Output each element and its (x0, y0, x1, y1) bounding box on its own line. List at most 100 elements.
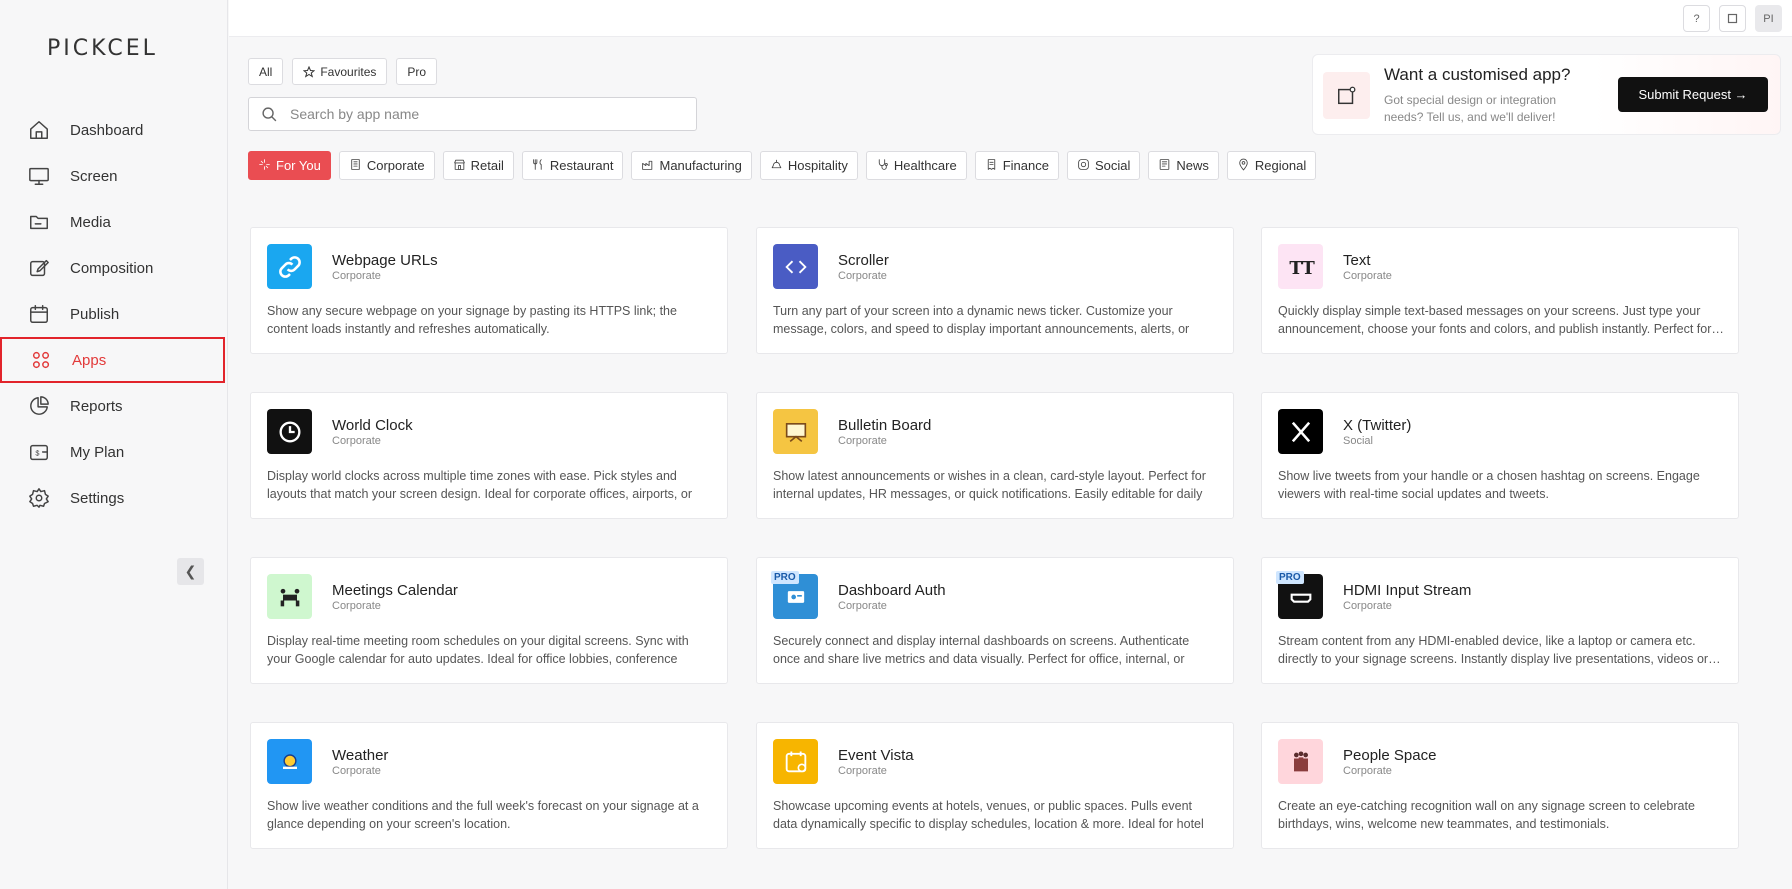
category-restaurant[interactable]: Restaurant (521, 151, 624, 180)
app-description: Turn any part of your screen into a dyna… (773, 304, 1190, 336)
app-category: Corporate (332, 600, 381, 612)
link-icon (267, 244, 312, 289)
app-card[interactable]: Meetings Calendar Corporate Display real-t… (250, 557, 728, 684)
sidebar-item-screen[interactable]: Screen (0, 153, 228, 199)
category-label: Healthcare (893, 158, 957, 173)
filter-tabs: All Favourites Pro (248, 58, 438, 85)
sidebar-item-apps[interactable]: Apps (0, 337, 225, 383)
submit-request-button[interactable]: Submit Request → (1618, 77, 1768, 112)
category-hospitality[interactable]: Hospitality (759, 151, 858, 180)
app-card[interactable]: TT Text Corporate Quickly display simple te… (1261, 227, 1739, 354)
category-for-you[interactable]: For You (248, 151, 331, 180)
category-label: Manufacturing (659, 158, 742, 173)
weather-icon (267, 739, 312, 784)
clock-icon (267, 409, 312, 454)
filter-favourites[interactable]: Favourites (292, 58, 388, 85)
board-icon (773, 409, 818, 454)
app-category: Corporate (838, 765, 887, 777)
category-label: Corporate (366, 158, 425, 173)
app-title: World Clock (332, 417, 413, 434)
newspaper-icon (1158, 158, 1171, 174)
app-title: Meetings Calendar (332, 582, 458, 599)
help-button[interactable]: ? (1683, 5, 1710, 32)
sidebar-item-media[interactable]: Media (0, 199, 228, 245)
app-title: X (Twitter) (1343, 417, 1412, 434)
sidebar: PICKCEL Dashboard Screen Media Composition P… (0, 0, 228, 889)
code-icon (773, 244, 818, 289)
category-label: Restaurant (549, 158, 614, 173)
avatar[interactable]: PI (1755, 5, 1782, 32)
star-icon (303, 65, 316, 78)
sidebar-nav: Dashboard Screen Media Composition Publish Ap… (0, 107, 228, 521)
request-icon (1323, 72, 1370, 119)
category-news[interactable]: News (1148, 151, 1219, 180)
app-category: Corporate (332, 765, 381, 777)
pro-badge: PRO (1276, 571, 1304, 584)
app-description: Create an eye-catching recognition wall … (1278, 799, 1695, 831)
category-label: Regional (1254, 158, 1307, 173)
category-retail[interactable]: Retail (442, 151, 514, 180)
meeting-icon (267, 574, 312, 619)
app-card[interactable]: Event Vista Corporate Showcase upcoming ev… (756, 722, 1234, 849)
people-icon (1278, 739, 1323, 784)
promo-description: Got special design or integration needs?… (1384, 93, 1557, 124)
help-icon: ? (1693, 12, 1700, 25)
category-label: Hospitality (787, 158, 848, 173)
sidebar-item-dashboard[interactable]: Dashboard (0, 107, 228, 153)
search-input[interactable] (290, 106, 680, 122)
sidebar-item-label: Dashboard (70, 121, 144, 139)
avatar-initials: PI (1763, 12, 1774, 25)
sidebar-item-label: Screen (70, 167, 118, 185)
category-healthcare[interactable]: Healthcare (865, 151, 967, 180)
category-regional[interactable]: Regional (1226, 151, 1317, 180)
app-description: Stream content from any HDMI-enabled dev… (1278, 634, 1721, 666)
app-title: Webpage URLs (332, 252, 438, 269)
filter-label: All (259, 64, 273, 79)
app-description: Show live weather conditions and the ful… (267, 799, 699, 831)
sidebar-item-composition[interactable]: Composition (0, 245, 228, 291)
category-manufacturing[interactable]: Manufacturing (631, 151, 752, 180)
text-icon: TT (1278, 244, 1323, 289)
fullscreen-button[interactable] (1719, 5, 1746, 32)
wallet-icon: $ (28, 441, 50, 463)
category-social[interactable]: Social (1066, 151, 1141, 180)
category-tabs: For You Corporate Retail Restaurant Manufact… (248, 151, 1317, 180)
sidebar-item-publish[interactable]: Publish (0, 291, 228, 337)
filter-pro[interactable]: Pro (396, 58, 438, 85)
sidebar-item-my-plan[interactable]: $ My Plan (0, 429, 228, 475)
app-card[interactable]: World Clock Corporate Display world clocks… (250, 392, 728, 519)
edit-icon (28, 257, 50, 279)
category-label: Finance (1002, 158, 1049, 173)
app-category: Corporate (838, 600, 887, 612)
app-card[interactable]: X (Twitter) Social Show live tweets from y… (1261, 392, 1739, 519)
app-title: HDMI Input Stream (1343, 582, 1472, 599)
bell-icon (770, 158, 783, 174)
app-card[interactable]: PRO Dashboard Auth Corporate Securely conne… (756, 557, 1234, 684)
sidebar-item-reports[interactable]: Reports (0, 383, 228, 429)
utensils-icon (532, 158, 545, 174)
event-icon (773, 739, 818, 784)
app-card[interactable]: Bulletin Board Corporate Show latest annou… (756, 392, 1234, 519)
app-description: Display real-time meeting room schedules… (267, 634, 689, 666)
app-description: Securely connect and display internal da… (773, 634, 1190, 666)
collapse-sidebar-button[interactable]: ❮ (177, 558, 204, 585)
app-card[interactable]: Weather Corporate Show live weather condit… (250, 722, 728, 849)
category-corporate[interactable]: Corporate (338, 151, 435, 180)
search-box (248, 97, 697, 131)
building-icon (349, 158, 362, 174)
filter-label: Pro (407, 64, 427, 79)
app-card[interactable]: Webpage URLs Corporate Show any secure web… (250, 227, 728, 354)
filter-all[interactable]: All (248, 58, 284, 85)
sparkle-icon (258, 158, 271, 174)
sidebar-item-settings[interactable]: Settings (0, 475, 228, 521)
sidebar-item-label: Media (70, 213, 111, 231)
app-title: Text (1343, 252, 1371, 269)
app-description: Quickly display simple text-based messag… (1278, 304, 1724, 336)
app-card[interactable]: People Space Corporate Create an eye-catch… (1261, 722, 1739, 849)
app-card[interactable]: PRO HDMI Input Stream Corporate Stream cont… (1261, 557, 1739, 684)
monitor-icon (28, 165, 50, 187)
app-category: Social (1343, 435, 1373, 447)
gear-icon (28, 487, 50, 509)
app-card[interactable]: Scroller Corporate Turn any part of your s… (756, 227, 1234, 354)
category-finance[interactable]: Finance (974, 151, 1059, 180)
